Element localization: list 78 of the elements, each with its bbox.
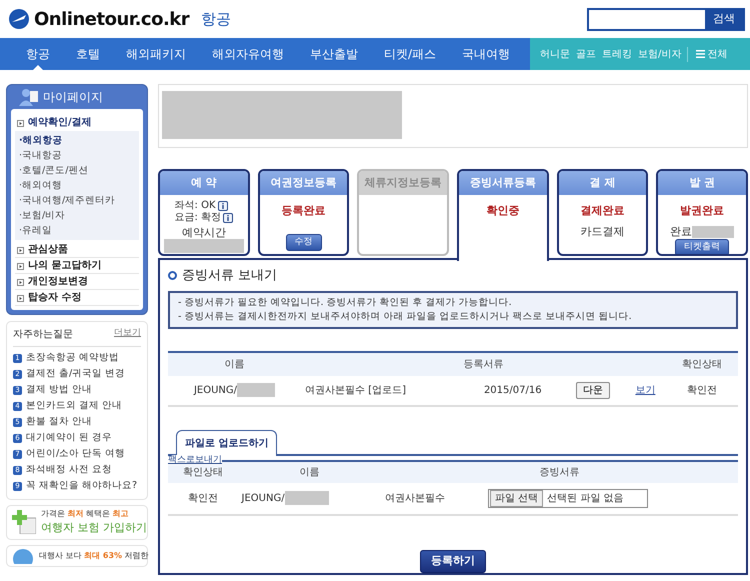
name-text: JEOUNG/ bbox=[194, 385, 238, 396]
step-button[interactable]: 수정 bbox=[286, 234, 322, 251]
step-title: 증빙서류등록 bbox=[459, 171, 547, 195]
menu-item[interactable]: 개인정보변경 bbox=[15, 274, 139, 290]
menu-item[interactable]: 나의 묻고답하기 bbox=[15, 258, 139, 274]
faq-text[interactable]: 환불 절차 안내 bbox=[26, 415, 92, 429]
step-title: 예 약 bbox=[160, 171, 248, 195]
logo[interactable]: Onlinetour.co.kr bbox=[34, 6, 190, 32]
menu-item[interactable]: 예약확인/결제 bbox=[15, 115, 139, 130]
submit-button[interactable]: 등록하기 bbox=[420, 550, 486, 572]
nav-item[interactable]: 티켓/패스 bbox=[372, 38, 448, 70]
faq-text[interactable]: 본인카드외 결제 안내 bbox=[26, 399, 122, 413]
submenu-item[interactable]: ·유레일 bbox=[19, 223, 52, 238]
nav-item[interactable]: 해외자유여행 bbox=[200, 38, 296, 70]
faq-text[interactable]: 좌석배정 사전 요청 bbox=[26, 463, 112, 477]
submenu-item[interactable]: ·보험/비자 bbox=[19, 208, 66, 223]
tab[interactable]: 파일로 업로드하기 bbox=[176, 430, 278, 456]
step-status: 결제완료 bbox=[580, 203, 625, 219]
faq-title: 자주하는질문 bbox=[13, 328, 73, 342]
more-link[interactable]: 더보기 bbox=[114, 327, 141, 342]
tab[interactable]: 팩스로보내기 bbox=[168, 455, 222, 465]
step-status: 발권완료 bbox=[680, 203, 724, 219]
table-cell: 2015/07/16 bbox=[464, 376, 562, 406]
step-title: 결 제 bbox=[558, 171, 646, 195]
submenu-item[interactable]: ·해외여행 bbox=[19, 178, 62, 193]
column-header: 이름 bbox=[168, 352, 301, 376]
step-note: 카드결제 bbox=[580, 226, 625, 238]
section-title: 증빙서류 보내기 bbox=[182, 267, 278, 285]
faq-text[interactable]: 결제 방법 안내 bbox=[26, 383, 92, 397]
menu-item[interactable]: 탑승자 수정 bbox=[15, 290, 139, 306]
faq-text[interactable]: 꼭 재확인을 해야하나요? bbox=[26, 479, 138, 493]
column-header: 확인상태 bbox=[666, 352, 738, 376]
faq-text[interactable]: 대기예약이 된 경우 bbox=[26, 431, 112, 445]
submenu-item[interactable]: ·국내여행/제주렌터카 bbox=[19, 193, 116, 208]
info-text: 좌석: OK bbox=[174, 200, 216, 212]
table-cell: 확인전 bbox=[666, 376, 738, 406]
menu-item[interactable]: 관심상품 bbox=[15, 242, 139, 258]
notice-text: - 증빙서류가 필요한 예약입니다. 증빙서류가 확인된 후 결제가 가능합니다. bbox=[178, 296, 513, 310]
column-header: 증빙서류 bbox=[381, 461, 738, 483]
column-header: 이름 bbox=[238, 461, 382, 483]
info-text: 요금: 확정 bbox=[174, 212, 222, 224]
submenu-item[interactable]: ·해외항공 bbox=[19, 133, 63, 148]
step-title: 여권정보등록 bbox=[260, 171, 348, 195]
step-status: 등록완료 bbox=[282, 203, 326, 219]
file-status-text: 선택된 파일 없음 bbox=[547, 492, 624, 506]
column-header: 등록서류 bbox=[301, 352, 666, 376]
table-cell: 여권사본필수 bbox=[381, 483, 484, 515]
step-title: 체류지정보등록 bbox=[359, 171, 448, 195]
submenu-item[interactable]: ·호텔/콘도/펜션 bbox=[19, 163, 88, 178]
faq-text[interactable]: 초장속항공 예약방법 bbox=[26, 351, 120, 365]
step-button[interactable]: 티켓출력 bbox=[675, 238, 730, 254]
banner[interactable]: 대행사 보다 최대 63% 저렴한 bbox=[6, 544, 148, 566]
step-title: 발 권 bbox=[658, 171, 746, 195]
nav-item[interactable]: 국내여행 bbox=[450, 38, 522, 70]
step-note: 완료 bbox=[670, 226, 692, 238]
panel-title: 마이페이지 bbox=[43, 89, 103, 106]
banner[interactable]: 가격은 최저 혜택은 최고 여행자 보험 가입하기 bbox=[6, 505, 148, 540]
faq-text[interactable]: 결제전 출/귀국일 변경 bbox=[26, 367, 126, 381]
banner-title: 여행자 보험 가입하기 bbox=[41, 520, 147, 536]
step-status: 확인중 bbox=[486, 203, 520, 219]
notice-text: - 증빙서류는 결제시한전까지 보내주셔야하며 아래 파일을 업로드하시거나 팩스로 보내주시면 됩니다. bbox=[178, 310, 633, 324]
nav-item[interactable]: 호텔 bbox=[64, 38, 112, 70]
banner-text: 가격은 최저 혜택은 최고 bbox=[41, 508, 130, 520]
table-cell: 여권사본필수 [업로드] bbox=[301, 376, 464, 406]
nav-item[interactable]: 항공 bbox=[14, 38, 62, 70]
submenu-item[interactable]: ·국내항공 bbox=[19, 148, 62, 163]
download-button[interactable]: 다운 bbox=[576, 382, 610, 399]
file-select-button[interactable]: 파일 선택 bbox=[490, 490, 544, 507]
step-note: 예약시간 bbox=[182, 227, 226, 239]
table-cell: 확인전 bbox=[168, 483, 238, 515]
faq-text[interactable]: 어린이/소아 단독 여행 bbox=[26, 447, 126, 461]
nav-item[interactable]: 해외패키지 bbox=[114, 38, 198, 70]
name-text: JEOUNG/ bbox=[242, 493, 285, 504]
view-link[interactable]: 보기 bbox=[635, 385, 656, 396]
banner-text: 대행사 보다 최대 63% 저렴한 bbox=[39, 550, 149, 562]
file-field[interactable]: 파일 선택 선택된 파일 없음 bbox=[488, 489, 648, 508]
section-title: 항공 bbox=[201, 8, 232, 30]
nav-item[interactable]: 부산출발 bbox=[298, 38, 370, 70]
